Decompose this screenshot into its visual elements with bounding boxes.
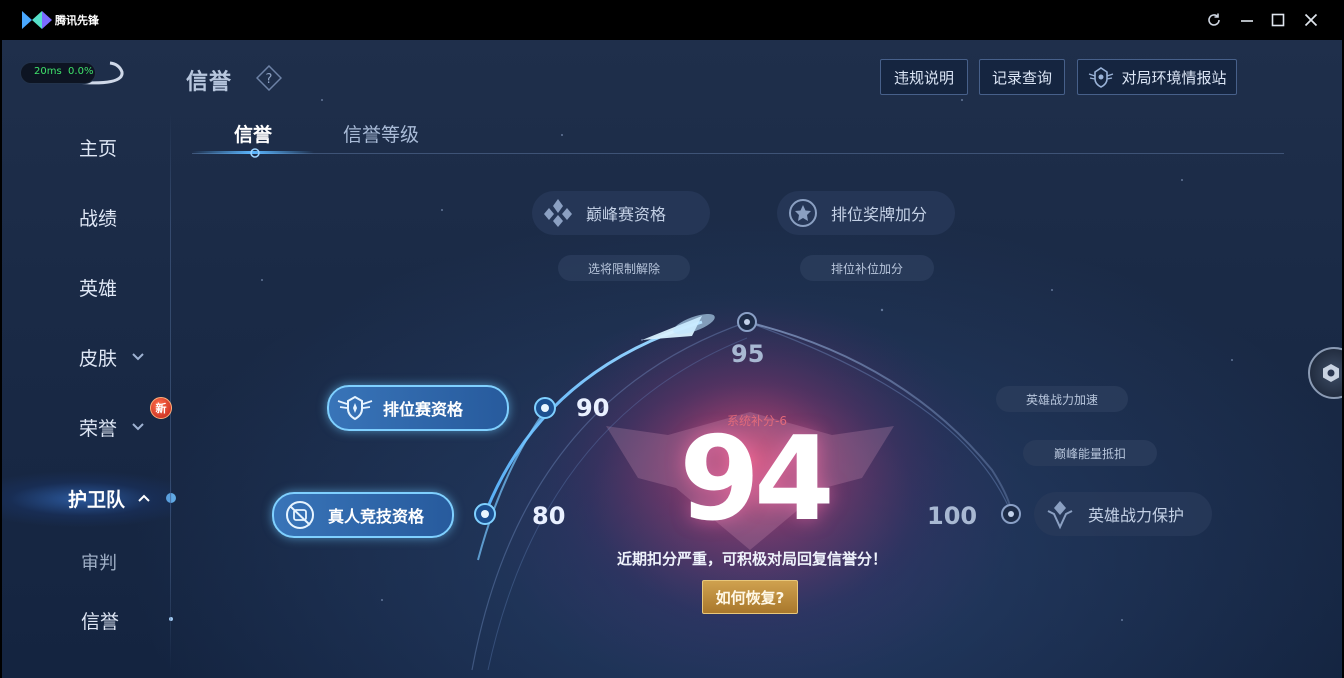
threshold-95-label: 95: [731, 340, 765, 368]
credit-arc-background: [166, 99, 1233, 671]
refresh-button[interactable]: [1201, 8, 1227, 32]
threshold-node-100: [1001, 504, 1021, 524]
shield-diamond-icon: [1047, 501, 1073, 530]
sidebar-item-label: 皮肤: [79, 347, 118, 370]
tab-indicator-dot-icon: [250, 148, 260, 158]
privilege-real-competition-label: 真人竞技资格: [328, 507, 425, 526]
sidebar-divider: [170, 110, 171, 670]
threshold-node-80: [474, 503, 496, 525]
sidebar-item-label: 审判: [81, 553, 117, 574]
tab-credit[interactable]: 信誉: [234, 120, 272, 147]
privilege-rank-medal-sub: 排位补位加分: [800, 255, 934, 281]
credit-warning-message: 近期扣分严重，可积极对局回复信誉分！: [616, 550, 887, 568]
privilege-rank-medal[interactable]: 排位奖牌加分: [777, 191, 955, 235]
threshold-80-label: 80: [532, 502, 566, 530]
sidebar-item-label: 信誉: [81, 610, 120, 633]
sidebar-item-label: 护卫队: [68, 488, 126, 511]
hexagon-icon: [1323, 364, 1339, 382]
privilege-peak-match[interactable]: 巅峰赛资格: [532, 191, 710, 235]
privilege-ranked-match[interactable]: 排位赛资格: [327, 385, 509, 431]
sidebar-item-judgement[interactable]: 审判: [81, 542, 171, 582]
match-environment-button[interactable]: 对局环境情报站: [1077, 59, 1237, 95]
minimize-button[interactable]: [1234, 8, 1260, 32]
refresh-icon: [1208, 13, 1220, 26]
svg-text:?: ?: [266, 72, 273, 87]
ping-latency: 20ms: [34, 66, 62, 77]
threshold-node-95: [737, 312, 757, 332]
privilege-peak-sub: 选将限制解除: [558, 255, 690, 281]
violation-rules-label: 违规说明: [893, 68, 954, 87]
app-logo-icon: [22, 11, 52, 29]
shield-wing-icon: [1089, 67, 1114, 88]
privilege-peak-label: 巅峰赛资格: [586, 205, 667, 224]
maximize-button[interactable]: [1265, 8, 1291, 32]
privilege-real-competition[interactable]: 真人竞技资格: [272, 492, 454, 538]
threshold-100-label: 100: [927, 502, 978, 530]
privilege-hero-power-protect[interactable]: 英雄战力保护: [1034, 492, 1212, 536]
title-bar: 腾讯先锋: [0, 0, 1344, 40]
game-screen: 20ms 0.0% 信誉 ? 违规说明 记录查询 对局环境情报站 主页 战绩 英…: [2, 40, 1342, 678]
record-query-label: 记录查询: [991, 68, 1052, 87]
sidebar-item-skins[interactable]: 皮肤: [79, 337, 169, 377]
minimize-icon: [1241, 20, 1253, 22]
sidebar-item-credit[interactable]: 信誉: [81, 600, 171, 640]
diamond-cluster-icon: [544, 199, 572, 227]
ping-loss: 0.0%: [68, 66, 94, 77]
tabs-divider: [192, 153, 1284, 154]
record-query-button[interactable]: 记录查询: [979, 59, 1065, 95]
sidebar-item-record[interactable]: 战绩: [79, 197, 169, 237]
maximize-icon: [1271, 13, 1285, 27]
how-to-recover-button[interactable]: 如何恢复?: [702, 580, 798, 614]
sidebar-item-label: 荣誉: [79, 417, 118, 440]
sidebar-item-label: 战绩: [79, 207, 118, 230]
sidebar-item-home[interactable]: 主页: [79, 127, 169, 167]
threshold-node-90: [534, 397, 556, 419]
privilege-rank-medal-label: 排位奖牌加分: [831, 205, 928, 224]
match-environment-label: 对局环境情报站: [1121, 68, 1227, 87]
no-robot-icon: [286, 501, 314, 529]
tab-credit-level[interactable]: 信誉等级: [343, 120, 419, 147]
close-icon: [1304, 13, 1318, 27]
new-badge: 新: [150, 397, 172, 419]
credit-score: 94: [679, 412, 834, 547]
ping-indicator: 20ms 0.0%: [20, 60, 130, 88]
chevron-down-icon: [132, 423, 144, 431]
threshold-90-label: 90: [576, 394, 610, 422]
violation-rules-button[interactable]: 违规说明: [880, 59, 968, 95]
privilege-hero-power-sub-1: 英雄战力加速: [996, 386, 1128, 412]
close-button[interactable]: [1298, 8, 1324, 32]
sidebar-item-guard-team[interactable]: 护卫队: [68, 478, 158, 518]
winged-shield-icon: [337, 395, 373, 421]
sidebar-item-heroes[interactable]: 英雄: [79, 267, 169, 307]
privilege-hero-power-label: 英雄战力保护: [1088, 506, 1185, 525]
sidebar-item-label: 主页: [79, 137, 118, 160]
question-icon[interactable]: ?: [256, 65, 282, 91]
app-name: 腾讯先锋: [55, 14, 99, 27]
page-title: 信誉: [186, 70, 233, 95]
chevron-down-icon: [132, 353, 144, 361]
privilege-hero-power-sub-2: 巅峰能量抵扣: [1023, 440, 1157, 466]
chevron-up-icon: [138, 494, 150, 502]
sidebar-item-label: 英雄: [79, 277, 118, 300]
privilege-ranked-label: 排位赛资格: [383, 400, 464, 419]
star-medal-icon: [789, 199, 817, 227]
